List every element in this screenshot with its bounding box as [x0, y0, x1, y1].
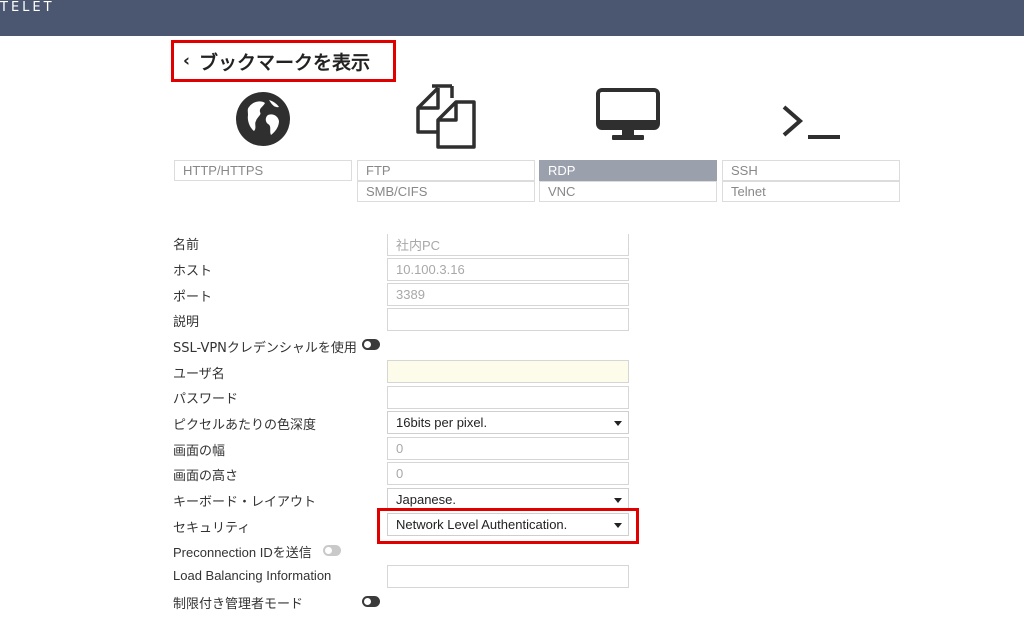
caret-down-icon: [614, 421, 622, 426]
monitor-icon[interactable]: [596, 88, 660, 142]
terminal-icon[interactable]: [780, 104, 842, 140]
password-label: パスワード: [173, 392, 239, 407]
password-field[interactable]: [387, 386, 629, 409]
top-bar: TELET: [0, 0, 1024, 36]
port-label: ポート: [173, 290, 213, 305]
keyboard-layout-value: Japanese.: [396, 492, 456, 507]
type-ftp[interactable]: FTP: [357, 160, 535, 181]
name-label: 名前: [173, 238, 200, 253]
screen-height-field[interactable]: [387, 462, 629, 485]
brand-text: TELET: [0, 0, 55, 15]
color-depth-select[interactable]: 16bits per pixel.: [387, 411, 629, 434]
description-label: 説明: [173, 315, 200, 330]
screen-width-label: 画面の幅: [173, 444, 226, 459]
host-field[interactable]: [387, 258, 629, 281]
security-label: セキュリティ: [173, 521, 251, 536]
type-rdp[interactable]: RDP: [539, 160, 717, 181]
screen-height-label: 画面の高さ: [173, 469, 239, 484]
type-telnet[interactable]: Telnet: [722, 181, 900, 202]
username-label: ユーザ名: [173, 367, 225, 382]
restricted-admin-label: 制限付き管理者モード: [173, 597, 304, 612]
load-balancing-label: Load Balancing Information: [173, 568, 332, 583]
sslvpn-credentials-label: SSL-VPNクレデンシャルを使用: [173, 341, 357, 356]
security-highlight-box: [377, 508, 639, 544]
color-depth-value: 16bits per pixel.: [396, 415, 488, 430]
rdp-bookmark-form: 名前 ホスト ポート 説明 SSL-VPNクレデンシャルを使用 ユーザ名 パスワ…: [0, 0, 1024, 620]
description-field[interactable]: [387, 308, 629, 331]
back-label: ブックマークを表示: [199, 51, 371, 74]
load-balancing-field[interactable]: [387, 565, 629, 588]
type-http-https[interactable]: HTTP/HTTPS: [174, 160, 352, 181]
chevron-left-icon: ‹: [183, 51, 191, 71]
type-smb-cifs[interactable]: SMB/CIFS: [357, 181, 535, 202]
username-field[interactable]: [387, 360, 629, 383]
preconnection-id-toggle[interactable]: [323, 545, 341, 556]
restricted-admin-toggle[interactable]: [362, 596, 380, 607]
sslvpn-credentials-toggle[interactable]: [362, 339, 380, 350]
host-label: ホスト: [173, 264, 213, 279]
globe-icon[interactable]: [235, 91, 291, 147]
name-field[interactable]: [387, 233, 629, 256]
preconnection-id-label: Preconnection IDを送信: [173, 545, 312, 560]
color-depth-label: ピクセルあたりの色深度: [173, 418, 317, 433]
port-field[interactable]: [387, 283, 629, 306]
copy-files-icon[interactable]: [414, 84, 478, 150]
keyboard-layout-label: キーボード・レイアウト: [173, 495, 317, 510]
type-vnc[interactable]: VNC: [539, 181, 717, 202]
screen-width-field[interactable]: [387, 437, 629, 460]
caret-down-icon: [614, 498, 622, 503]
scroll-clip: [0, 222, 1024, 234]
type-ssh[interactable]: SSH: [722, 160, 900, 181]
back-to-bookmarks-button[interactable]: ‹ ブックマークを表示: [171, 40, 396, 82]
